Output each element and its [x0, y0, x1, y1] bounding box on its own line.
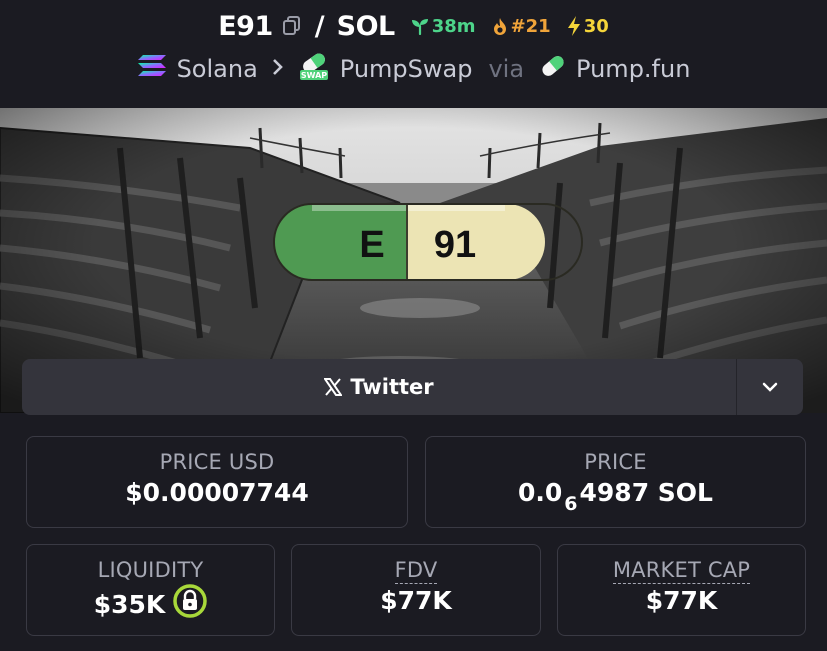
boost-count[interactable]: 30: [567, 16, 609, 37]
copy-icon[interactable]: [282, 16, 301, 36]
dex-link[interactable]: PumpSwap: [340, 55, 473, 83]
more-links-dropdown[interactable]: [737, 359, 803, 415]
dex-badge-text: SWAP: [301, 71, 327, 80]
pair-age-text: 38m: [431, 15, 476, 37]
price-usd-label: PRICE USD: [159, 450, 275, 474]
solana-icon: [137, 54, 167, 84]
price-usd-value: $0.00007744: [125, 478, 309, 507]
boost-count-text: 30: [583, 15, 609, 37]
pair-title-row: E91 / SOL 38m #21 30: [0, 6, 827, 46]
twitter-label: Twitter: [350, 375, 434, 399]
price-usd-card: PRICE USD $0.00007744: [26, 436, 408, 528]
pair-header: E91 / SOL 38m #21 30 Solana SWAP PumpSwa…: [0, 0, 827, 108]
market-cap-label[interactable]: MARKET CAP: [612, 558, 751, 584]
pill-icon: [540, 53, 566, 85]
pair-breadcrumb: Solana SWAP PumpSwap via Pump.fun: [0, 50, 827, 88]
launchpad-link[interactable]: Pump.fun: [576, 55, 690, 83]
market-cap-value: $77K: [645, 586, 718, 615]
social-links-bar: Twitter: [22, 359, 803, 415]
token-symbol[interactable]: E91: [218, 11, 273, 42]
lightning-icon: [567, 16, 580, 36]
chain-link[interactable]: Solana: [177, 55, 258, 83]
liquidity-label: LIQUIDITY: [97, 558, 204, 582]
flame-icon: [493, 17, 506, 35]
pair-age: 38m: [411, 16, 476, 37]
fdv-value: $77K: [380, 586, 452, 615]
twitter-button[interactable]: Twitter: [22, 359, 737, 415]
market-cap-card: MARKET CAP $77K: [557, 544, 806, 636]
trending-rank[interactable]: #21: [492, 16, 551, 37]
price-native-card: PRICE 0.0 64987 SOL: [425, 436, 806, 528]
liquidity-value-row: $35K: [27, 584, 274, 626]
capsule-right-text: 91: [434, 224, 476, 266]
x-logo-icon: [324, 378, 343, 396]
price-native-value: 0.0 64987 SOL: [426, 478, 805, 515]
liquidity-card: LIQUIDITY $35K: [26, 544, 275, 636]
price-prefix: 0.0: [517, 478, 563, 507]
liquidity-value: $35K: [93, 590, 166, 619]
fdv-label[interactable]: FDV: [394, 558, 438, 584]
sprout-icon: [411, 19, 428, 35]
pair-separator: /: [314, 10, 325, 42]
pumpswap-icon: SWAP: [298, 51, 330, 87]
price-native-label: PRICE: [584, 450, 647, 474]
chevron-right-icon: [272, 57, 284, 82]
price-zero-count: 6: [564, 493, 578, 515]
via-text: via: [488, 55, 525, 83]
fdv-card: FDV $77K: [291, 544, 541, 636]
lock-icon[interactable]: [173, 584, 208, 624]
trending-rank-text: #21: [510, 15, 551, 37]
price-suffix: 4987 SOL: [579, 478, 713, 507]
chevron-down-icon: [762, 382, 778, 392]
capsule-left-text: E: [359, 224, 384, 266]
quote-symbol: SOL: [336, 10, 396, 42]
